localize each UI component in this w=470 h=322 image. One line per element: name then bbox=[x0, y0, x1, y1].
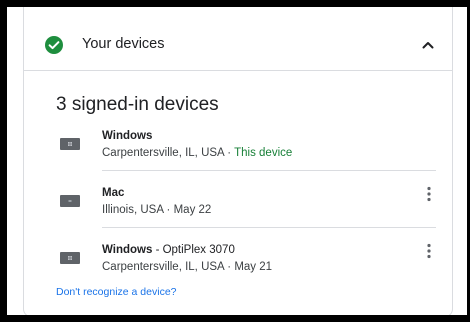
device-name: Windows bbox=[102, 130, 152, 142]
device-location: Carpentersville, IL, USA bbox=[102, 147, 225, 159]
page-frame: Your devices 3 signed-in devices Windows… bbox=[7, 7, 467, 315]
dont-recognize-device-link[interactable]: Don't recognize a device? bbox=[56, 286, 177, 298]
device-os: Windows bbox=[102, 244, 153, 256]
detail-separator: · bbox=[163, 204, 174, 216]
scrollbar-track bbox=[453, 7, 467, 315]
device-row[interactable]: Windows - OptiPlex 3070 Carpentersville,… bbox=[56, 237, 436, 293]
check-circle-icon bbox=[45, 36, 63, 54]
computer-icon bbox=[60, 252, 80, 264]
device-model: - OptiPlex 3070 bbox=[152, 244, 235, 256]
device-location: Carpentersville, IL, USA bbox=[102, 261, 225, 273]
detail-separator: · bbox=[224, 147, 235, 159]
detail-separator: · bbox=[224, 261, 235, 273]
divider bbox=[102, 227, 436, 228]
chevron-up-icon[interactable] bbox=[420, 37, 436, 53]
more-vert-icon[interactable] bbox=[426, 186, 432, 202]
last-active-date: May 22 bbox=[173, 204, 212, 216]
device-name: Windows - OptiPlex 3070 bbox=[102, 244, 235, 256]
device-details: Illinois, USA · May 22 bbox=[102, 204, 211, 216]
device-location: Illinois, USA bbox=[102, 204, 164, 216]
this-device-label: This device bbox=[234, 147, 293, 159]
device-os: Windows bbox=[102, 130, 153, 142]
device-name: Mac bbox=[102, 187, 124, 199]
section-title: 3 signed-in devices bbox=[56, 94, 219, 115]
more-vert-icon[interactable] bbox=[426, 243, 432, 259]
device-os: Mac bbox=[102, 187, 125, 199]
device-details: Carpentersville, IL, USA · This device bbox=[102, 147, 292, 159]
header-title: Your devices bbox=[82, 36, 165, 52]
laptop-icon bbox=[60, 195, 80, 207]
divider bbox=[102, 170, 436, 171]
computer-icon bbox=[60, 138, 80, 150]
devices-card-header[interactable]: Your devices bbox=[24, 7, 452, 71]
last-active-date: May 21 bbox=[234, 261, 273, 273]
devices-card: Your devices 3 signed-in devices Windows… bbox=[23, 7, 453, 315]
device-details: Carpentersville, IL, USA · May 21 bbox=[102, 261, 272, 273]
